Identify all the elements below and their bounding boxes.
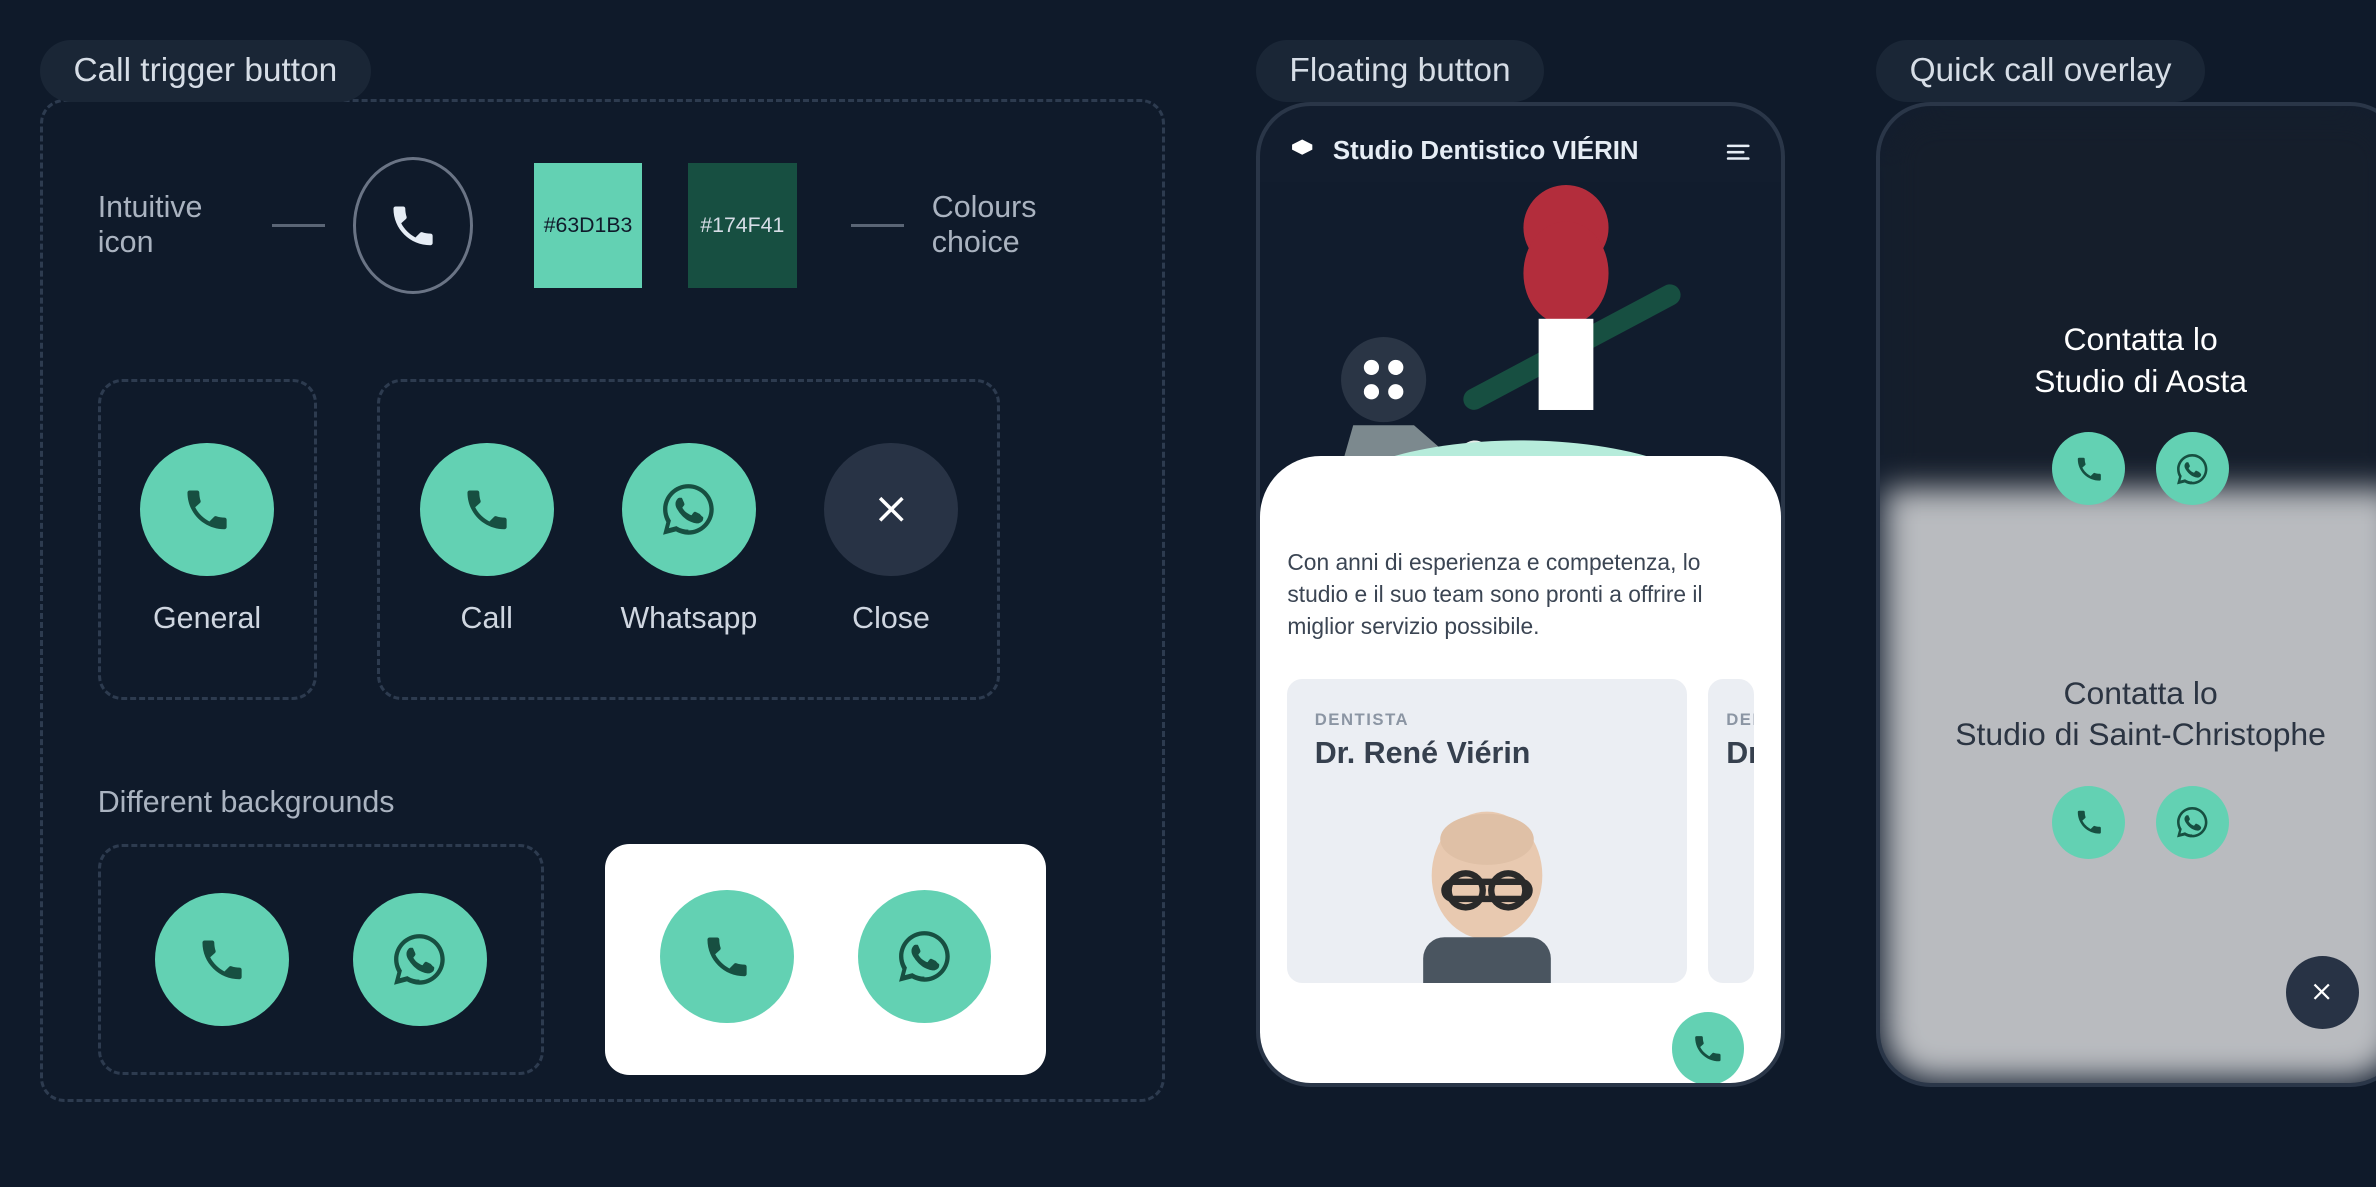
actions-group: Call Whatsapp Close — [377, 379, 1000, 700]
call-button[interactable] — [420, 443, 554, 577]
doctor-photo — [1381, 801, 1594, 983]
whatsapp-icon — [389, 929, 450, 990]
phone-icon — [387, 200, 439, 252]
intuitive-icon-label: Intuitive icon — [98, 190, 245, 260]
whatsapp-button[interactable] — [2156, 786, 2229, 859]
whatsapp-button[interactable] — [353, 893, 487, 1027]
whatsapp-button[interactable] — [622, 443, 756, 577]
phone-icon-outline — [353, 157, 473, 294]
bg-light-sample — [605, 844, 1046, 1075]
whatsapp-icon — [894, 926, 955, 987]
menu-icon[interactable] — [1723, 137, 1753, 167]
section-title-right: Quick call overlay — [1876, 40, 2205, 102]
phone-icon — [1691, 1032, 1724, 1065]
section-title-mid: Floating button — [1256, 40, 1544, 102]
bg-dark-sample — [98, 844, 545, 1075]
swatch-light: #63D1B3 — [534, 163, 643, 288]
call-button[interactable] — [2052, 786, 2125, 859]
section-title-left: Call trigger button — [40, 40, 371, 102]
doctor-card[interactable]: DENTISTA Dr. René Viérin — [1287, 679, 1686, 983]
left-container: Intuitive icon #63D1B3 #174F41 Colours c… — [40, 99, 1165, 1102]
general-group: General — [98, 379, 317, 700]
brand-logo-icon — [1287, 137, 1317, 167]
floating-call-button[interactable] — [1672, 1012, 1745, 1085]
contact-title-line: Contatta lo — [1880, 319, 2376, 360]
close-label: Close — [852, 601, 930, 636]
close-icon — [2308, 978, 2335, 1005]
whatsapp-button[interactable] — [2156, 432, 2229, 505]
call-button[interactable] — [155, 893, 289, 1027]
contact-title-line: Studio di Saint-Christophe — [1880, 714, 2376, 755]
connector-line — [272, 224, 325, 227]
whatsapp-icon — [2174, 804, 2210, 840]
brand-title: Studio Dentistico VIÉRIN — [1333, 137, 1639, 166]
whatsapp-icon — [2174, 451, 2210, 487]
whatsapp-label: Whatsapp — [620, 601, 757, 636]
phone-mockup-floating: Studio Dentistico VIÉRIN — [1256, 102, 1785, 1087]
contact-title-line: Studio di Aosta — [1880, 361, 2376, 402]
phone-icon — [2074, 454, 2104, 484]
call-button[interactable] — [660, 890, 794, 1024]
colours-label: Colours choice — [932, 190, 1107, 260]
phone-icon — [461, 484, 513, 536]
swatch-dark: #174F41 — [688, 163, 797, 288]
phone-icon — [196, 934, 248, 986]
call-button[interactable] — [2052, 432, 2125, 505]
phone-icon — [701, 931, 753, 983]
overlay-close-button[interactable] — [2286, 956, 2359, 1029]
general-button[interactable] — [140, 443, 274, 577]
phone-mockup-overlay: Contatta lo Studio di Aosta Contatta lo … — [1876, 102, 2376, 1087]
connector-line — [851, 224, 904, 227]
contact-saint-christophe: Contatta lo Studio di Saint-Christophe — [1880, 673, 2376, 859]
whatsapp-icon — [658, 479, 719, 540]
call-label: Call — [461, 601, 513, 636]
phone-icon — [2074, 807, 2104, 837]
backgrounds-label: Different backgrounds — [98, 785, 395, 819]
close-button[interactable] — [824, 443, 958, 577]
contact-title-line: Contatta lo — [1880, 673, 2376, 714]
close-icon — [870, 488, 913, 531]
doctor-role: DENTISTA — [1315, 710, 1660, 730]
hero-description: Con anni di esperienza e competenza, lo … — [1287, 547, 1753, 643]
whatsapp-button[interactable] — [858, 890, 992, 1024]
doctor-card[interactable]: DEN Dr — [1708, 679, 1754, 983]
general-label: General — [153, 601, 261, 636]
phone-icon — [181, 484, 233, 536]
contact-aosta: Contatta lo Studio di Aosta — [1880, 319, 2376, 505]
doctor-name: Dr. René Viérin — [1315, 736, 1660, 771]
